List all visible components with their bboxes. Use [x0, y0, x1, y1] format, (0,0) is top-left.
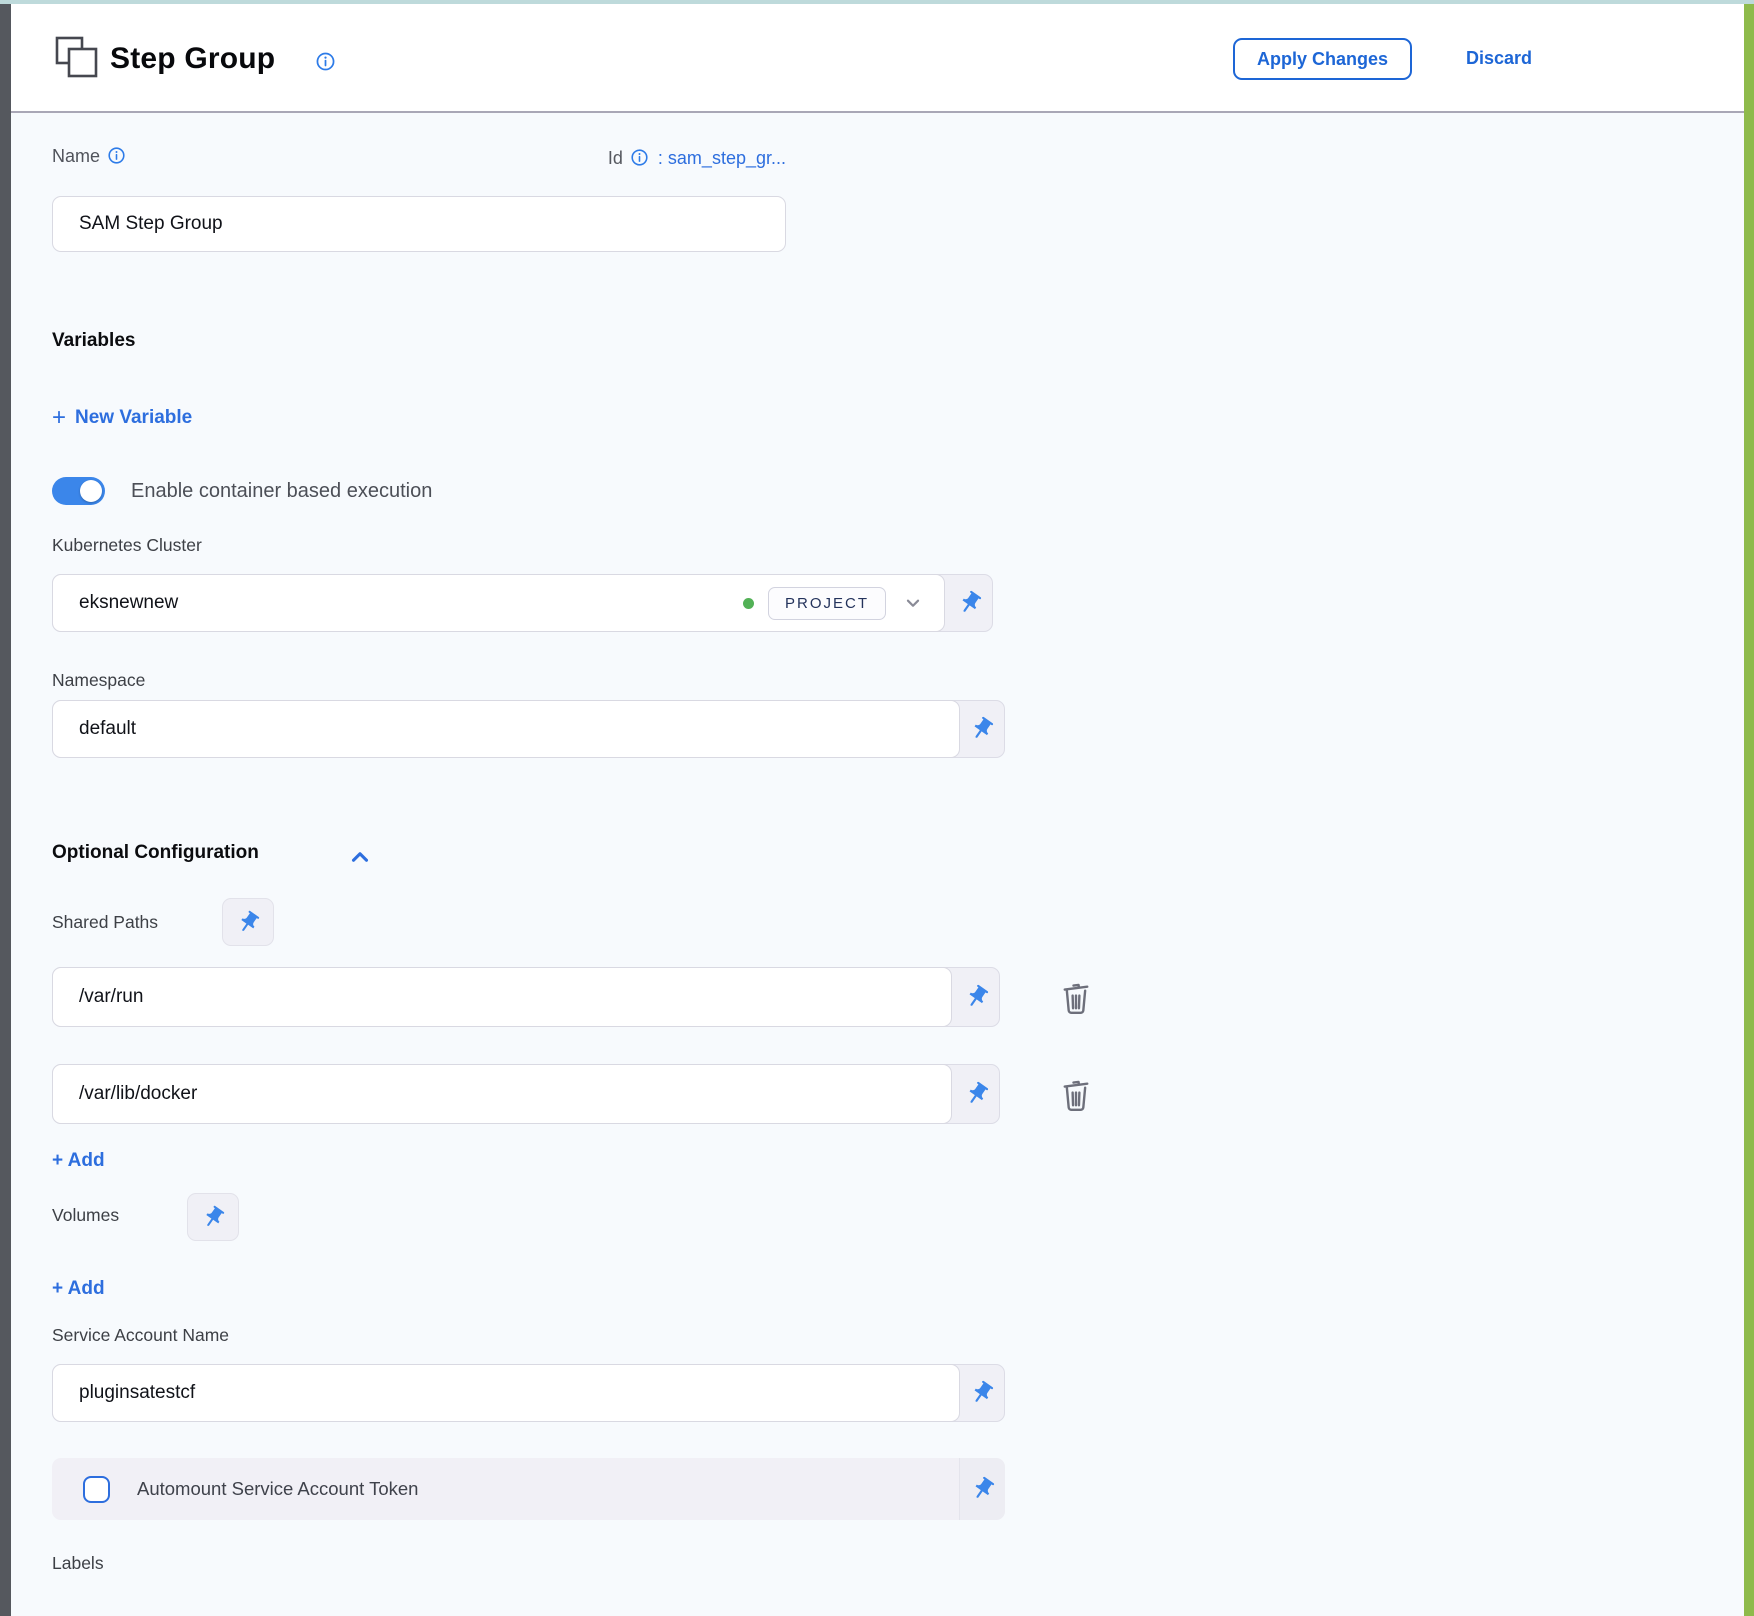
plus-icon: +: [52, 406, 66, 430]
automount-checkbox[interactable]: [83, 1476, 110, 1503]
variables-section-title: Variables: [52, 330, 135, 352]
pin-icon[interactable]: [954, 968, 999, 1026]
optional-configuration-title: Optional Configuration: [52, 842, 259, 864]
kubernetes-cluster-input[interactable]: eksnewnew PROJECT: [52, 574, 945, 632]
shared-path-input[interactable]: /var/run: [52, 967, 952, 1027]
page-title: Step Group: [110, 42, 275, 76]
namespace-input[interactable]: default: [52, 700, 960, 758]
automount-row: Automount Service Account Token: [52, 1458, 1005, 1520]
service-account-label: Service Account Name: [52, 1325, 229, 1346]
pin-icon[interactable]: [959, 1458, 1005, 1520]
pin-icon[interactable]: [959, 1365, 1004, 1421]
delete-trash-icon[interactable]: [1059, 978, 1093, 1016]
apply-changes-button[interactable]: Apply Changes: [1233, 38, 1412, 80]
enable-container-toggle[interactable]: [52, 477, 105, 505]
add-shared-path-button[interactable]: + Add: [52, 1150, 105, 1172]
shared-paths-label: Shared Paths: [52, 912, 158, 933]
name-info-icon[interactable]: [107, 146, 126, 165]
top-edge-strip: [0, 0, 1754, 4]
new-variable-button[interactable]: + New Variable: [52, 406, 192, 430]
namespace-label: Namespace: [52, 670, 145, 691]
toggle-knob: [80, 480, 102, 502]
kubernetes-cluster-field: eksnewnew PROJECT: [52, 574, 993, 632]
id-info-icon[interactable]: [630, 148, 649, 172]
volumes-pin-button[interactable]: [187, 1193, 239, 1241]
right-edge-strip: [1744, 0, 1754, 1616]
step-group-icon: [52, 34, 100, 82]
shared-paths-pin-button[interactable]: [222, 898, 274, 946]
entity-id-value[interactable]: : sam_step_gr...: [653, 148, 786, 168]
service-account-input[interactable]: pluginsatestcf: [52, 1364, 960, 1422]
pin-icon[interactable]: [959, 701, 1004, 757]
entity-id: Id : sam_step_gr...: [608, 148, 786, 172]
connectivity-status-dot: [743, 598, 754, 609]
add-volume-button[interactable]: + Add: [52, 1278, 105, 1300]
name-label: Name: [52, 146, 126, 167]
collapse-chevron-up-icon[interactable]: [345, 844, 375, 870]
pin-icon[interactable]: [954, 1065, 999, 1123]
shared-path-input[interactable]: /var/lib/docker: [52, 1064, 952, 1124]
delete-trash-icon[interactable]: [1059, 1075, 1093, 1113]
title-info-icon[interactable]: [315, 51, 336, 72]
chevron-down-icon[interactable]: [902, 592, 924, 614]
name-input[interactable]: SAM Step Group: [52, 196, 786, 252]
automount-label: Automount Service Account Token: [137, 1478, 418, 1500]
container-execution-row: Enable container based execution: [52, 477, 432, 505]
scope-badge: PROJECT: [768, 587, 886, 620]
left-edge-strip: [0, 0, 11, 1616]
enable-container-label: Enable container based execution: [131, 480, 432, 503]
panel-header: Step Group Apply Changes Discard: [11, 4, 1744, 113]
shared-path-row: /var/run: [52, 967, 1000, 1027]
labels-label: Labels: [52, 1553, 104, 1574]
step-group-panel: Step Group Apply Changes Discard Name Id…: [11, 4, 1744, 1616]
service-account-field: pluginsatestcf: [52, 1364, 1005, 1422]
discard-button[interactable]: Discard: [1466, 48, 1532, 69]
kubernetes-cluster-label: Kubernetes Cluster: [52, 535, 202, 556]
shared-path-row: /var/lib/docker: [52, 1064, 1000, 1124]
namespace-field: default: [52, 700, 1005, 758]
pin-icon[interactable]: [947, 575, 992, 631]
volumes-label: Volumes: [52, 1205, 119, 1226]
